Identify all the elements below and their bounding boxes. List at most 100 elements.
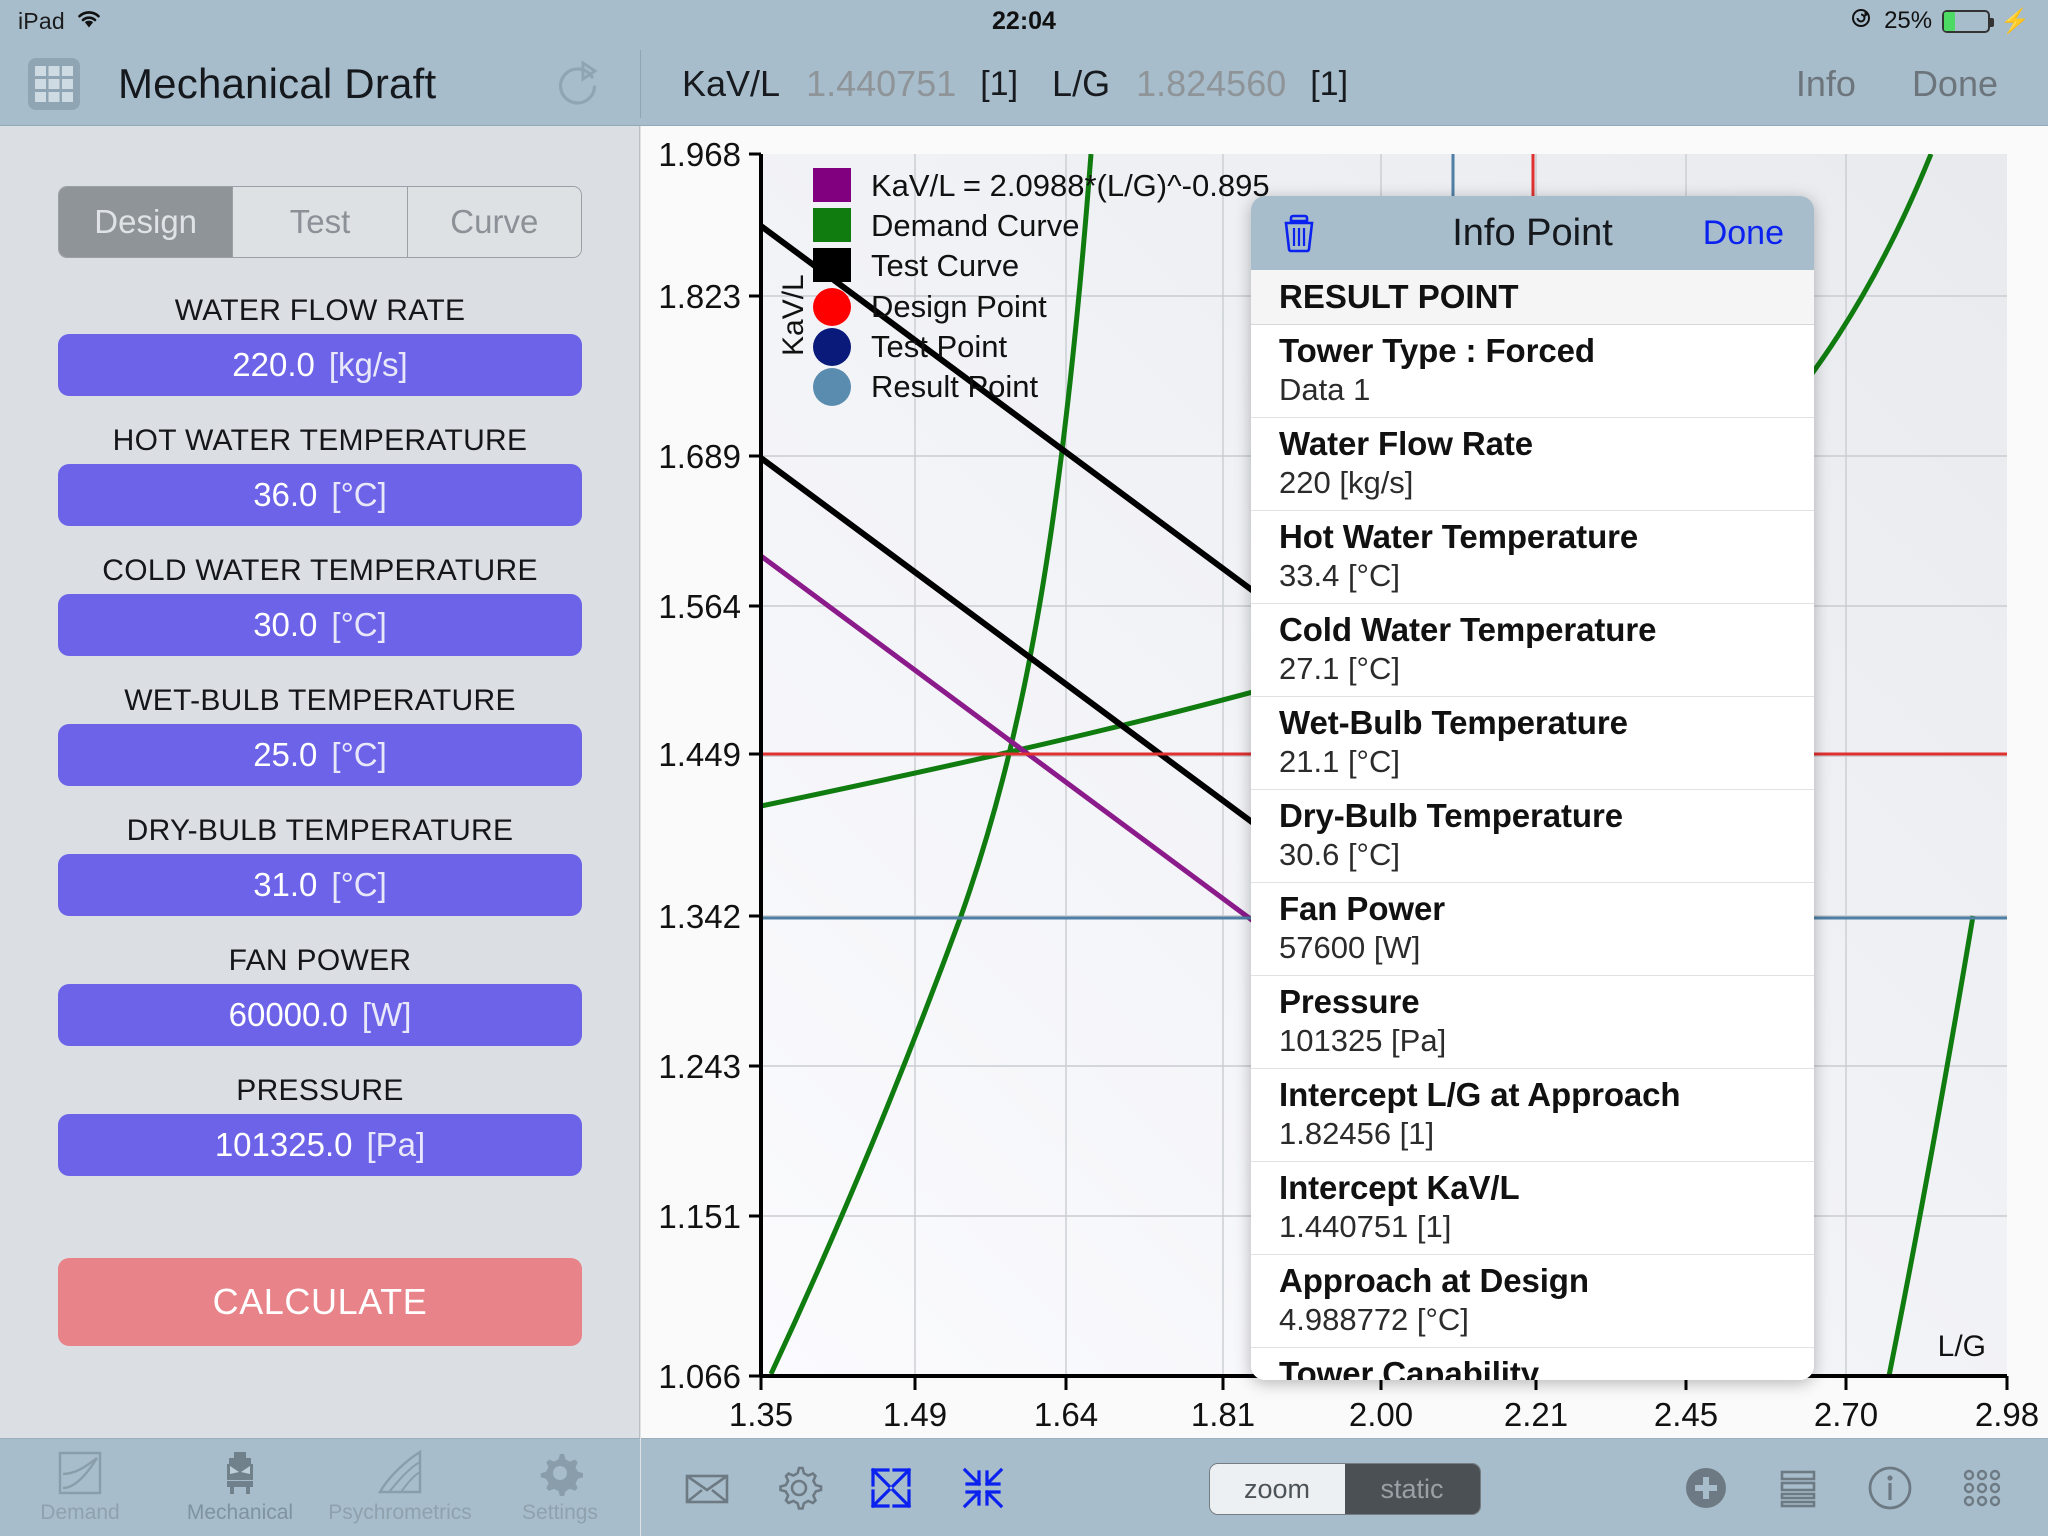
grid-dots-icon[interactable] (1958, 1464, 2006, 1512)
nav-bar: Mechanical Draft KaV/L 1.440751 [1] L/G … (0, 42, 2048, 126)
y-tick-1: 1.151 (658, 1198, 741, 1235)
list-item[interactable]: Approach at Design 4.988772 [°C] (1251, 1255, 1814, 1348)
list-item[interactable]: Water Flow Rate 220 [kg/s] (1251, 418, 1814, 511)
y-tick-7: 1.823 (658, 278, 741, 315)
nav-divider (640, 50, 641, 118)
refresh-icon[interactable] (550, 57, 604, 111)
label-fan-power: FAN POWER (228, 944, 412, 977)
label-dry-bulb-temperature: DRY-BULB TEMPERATURE (126, 814, 514, 847)
legend-swatch-5 (813, 368, 851, 406)
mode-segmented-control[interactable]: Design Test Curve (58, 186, 582, 258)
popover-list[interactable]: Tower Type : Forced Data 1 Water Flow Ra… (1251, 325, 1814, 1380)
gear-icon[interactable] (775, 1464, 823, 1512)
expand-arrows-icon[interactable] (867, 1464, 915, 1512)
x-tick-7: 2.70 (1814, 1396, 1878, 1433)
list-item[interactable]: Hot Water Temperature 33.4 [°C] (1251, 511, 1814, 604)
row-key: Hot Water Temperature (1279, 518, 1639, 555)
psychrometric-icon (377, 1449, 423, 1496)
row-key: Tower Type : Forced (1279, 332, 1595, 369)
field-wet-bulb-temperature[interactable]: 25.0 [°C] (58, 724, 582, 786)
label-wet-bulb-temperature: WET-BULB TEMPERATURE (124, 684, 516, 717)
kavl-value[interactable]: 1.440751 (806, 63, 956, 105)
nav-bar-left: Mechanical Draft (0, 42, 640, 126)
segment-design[interactable]: Design (59, 187, 233, 257)
list-item[interactable]: Tower Capability 107.3271 [%] (1251, 1348, 1814, 1380)
y-tick-5: 1.564 (658, 588, 741, 625)
value-fan-power: 60000.0 (228, 996, 348, 1033)
list-item[interactable]: Tower Type : Forced Data 1 (1251, 325, 1814, 418)
unit-dry-bulb-temperature: [°C] (331, 866, 387, 903)
x-tick-3: 1.81 (1191, 1396, 1255, 1433)
list-item[interactable]: Fan Power 57600 [W] (1251, 883, 1814, 976)
y-tick-6: 1.689 (658, 438, 741, 475)
x-tick-6: 2.45 (1654, 1396, 1718, 1433)
zoom-static-segmented-control[interactable]: zoom static (1208, 1463, 1481, 1515)
row-key: Intercept KaV/L (1279, 1169, 1520, 1206)
input-panel: Design Test Curve WATER FLOW RATE 220.0 … (0, 126, 640, 1438)
list-item[interactable]: Intercept L/G at Approach 1.82456 [1] (1251, 1069, 1814, 1162)
row-value: 21.1 [°C] (1279, 744, 1400, 779)
segment-test[interactable]: Test (232, 187, 407, 257)
tab-label-mechanical: Mechanical (186, 1501, 294, 1524)
segment-static[interactable]: static (1344, 1464, 1480, 1514)
toolbar-right-icons (1682, 1439, 2006, 1536)
label-hot-water-temperature: HOT WATER TEMPERATURE (112, 424, 528, 457)
y-tick-3: 1.342 (658, 898, 741, 935)
legend-label-2: Test Curve (871, 248, 1019, 283)
field-dry-bulb-temperature[interactable]: 31.0 [°C] (58, 854, 582, 916)
row-key: Pressure (1279, 983, 1420, 1020)
info-point-popover[interactable]: Info Point Done RESULT POINT Tower Type … (1251, 196, 1814, 1380)
list-item[interactable]: Intercept KaV/L 1.440751 [1] (1251, 1162, 1814, 1255)
legend-swatch-1 (813, 208, 851, 242)
chart-toolbar: zoom static (641, 1438, 2048, 1536)
field-pressure[interactable]: 101325.0 [Pa] (58, 1114, 582, 1176)
field-cold-water-temperature[interactable]: 30.0 [°C] (58, 594, 582, 656)
x-tick-2: 1.64 (1034, 1396, 1098, 1433)
lg-unit: [1] (1310, 64, 1349, 103)
cooling-tower-icon (217, 1450, 263, 1496)
kavl-label: KaV/L (682, 63, 781, 104)
label-pressure: PRESSURE (236, 1074, 404, 1107)
tab-demand[interactable]: Demand (0, 1439, 160, 1536)
list-item[interactable]: Cold Water Temperature 27.1 [°C] (1251, 604, 1814, 697)
tab-mechanical[interactable]: Mechanical (160, 1439, 320, 1536)
legend-label-5: Result Point (871, 369, 1039, 404)
legend-swatch-3 (813, 288, 851, 326)
field-water-flow-rate[interactable]: 220.0 [kg/s] (58, 334, 582, 396)
row-value: 1.440751 [1] (1279, 1209, 1452, 1244)
chart-container[interactable]: Data 1 1.968 1.823 1.689 1.56 (641, 126, 2048, 1438)
tab-psychrometrics[interactable]: Psychrometrics (320, 1439, 480, 1536)
plus-circle-icon[interactable] (1682, 1464, 1730, 1512)
unit-cold-water-temperature: [°C] (331, 606, 387, 643)
list-icon[interactable] (1774, 1464, 1822, 1512)
lg-value[interactable]: 1.824560 (1136, 63, 1286, 105)
status-bar: iPad 22:04 25% ⚡ (0, 0, 2048, 42)
tab-settings[interactable]: Settings (480, 1439, 640, 1536)
list-item[interactable]: Wet-Bulb Temperature 21.1 [°C] (1251, 697, 1814, 790)
row-key: Intercept L/G at Approach (1279, 1076, 1681, 1113)
segment-curve[interactable]: Curve (406, 187, 581, 257)
grid-icon[interactable] (26, 56, 82, 112)
value-pressure: 101325.0 (214, 1126, 353, 1163)
tab-label-settings: Settings (522, 1501, 598, 1524)
calculate-button[interactable]: CALCULATE (58, 1258, 582, 1346)
field-hot-water-temperature[interactable]: 36.0 [°C] (58, 464, 582, 526)
field-fan-power[interactable]: 60000.0 [W] (58, 984, 582, 1046)
row-value: 27.1 [°C] (1279, 651, 1400, 686)
list-item[interactable]: Dry-Bulb Temperature 30.6 [°C] (1251, 790, 1814, 883)
legend-swatch-0 (813, 168, 851, 202)
mail-icon[interactable] (683, 1464, 731, 1512)
popover-done-button[interactable]: Done (1703, 214, 1784, 253)
segment-zoom[interactable]: zoom (1209, 1464, 1345, 1514)
value-water-flow-rate: 220.0 (232, 346, 315, 383)
info-button[interactable]: Info (1796, 63, 1856, 105)
y-tick-4: 1.449 (658, 736, 741, 773)
page-title: Mechanical Draft (118, 60, 437, 107)
done-button[interactable]: Done (1912, 63, 1998, 105)
row-key: Water Flow Rate (1279, 425, 1533, 462)
info-circle-icon[interactable] (1866, 1464, 1914, 1512)
app-root: iPad 22:04 25% ⚡ Mechanical Draft KaV/L … (0, 0, 2048, 1536)
collapse-arrows-icon[interactable] (959, 1464, 1007, 1512)
unit-fan-power: [W] (361, 996, 412, 1033)
list-item[interactable]: Pressure 101325 [Pa] (1251, 976, 1814, 1069)
